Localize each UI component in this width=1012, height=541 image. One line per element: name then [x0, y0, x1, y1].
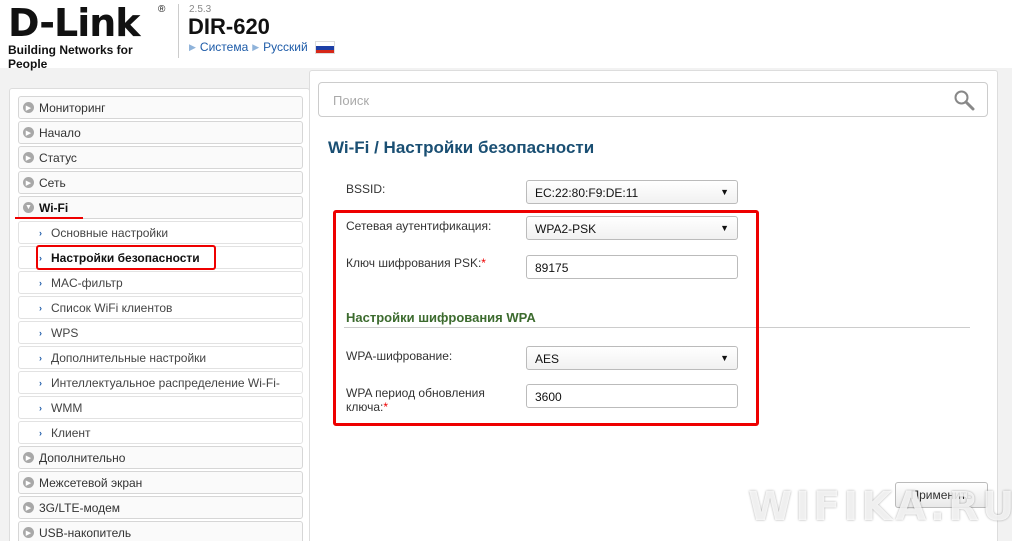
- language-link[interactable]: Русский: [263, 40, 308, 54]
- expand-icon: ▶: [23, 502, 34, 513]
- expand-icon: ▶: [23, 477, 34, 488]
- search-icon[interactable]: [953, 89, 975, 111]
- sidebar-subitem-wifi-clients[interactable]: › Список WiFi клиентов: [18, 296, 303, 319]
- sidebar-item-status[interactable]: ▶ Статус: [18, 146, 303, 169]
- chevron-right-icon: ›: [39, 277, 42, 288]
- chevron-right-icon: ›: [39, 352, 42, 363]
- sidebar-subitem-label: Список WiFi клиентов: [51, 300, 173, 315]
- bssid-value: EC:22:80:F9:DE:11: [535, 186, 639, 200]
- logo-text: D-Link: [8, 1, 141, 45]
- sidebar-item-label: Статус: [39, 150, 77, 165]
- russian-flag-icon[interactable]: [314, 40, 335, 54]
- sidebar-subitem-advanced-settings[interactable]: › Дополнительные настройки: [18, 346, 303, 369]
- search-input[interactable]: Поиск: [318, 82, 988, 117]
- sidebar-subitem-label: Основные настройки: [51, 225, 169, 240]
- annotation-box-menu: [36, 245, 216, 270]
- sidebar-item-firewall[interactable]: ▶ Межсетевой экран: [18, 471, 303, 494]
- chevron-right-icon: ›: [39, 377, 42, 388]
- expand-icon: ▶: [23, 177, 34, 188]
- triangle-right-icon: ▶: [189, 41, 196, 52]
- sidebar-item-label: Дополнительно: [39, 450, 126, 465]
- dlink-logo[interactable]: D-Link ® Building Networks for People: [8, 1, 168, 71]
- sidebar-menu: ▶ Мониторинг ▶ Начало ▶ Статус ▶ Сеть ▼ Wi-Fi…: [9, 88, 310, 541]
- sidebar-item-wifi[interactable]: ▼ Wi-Fi: [18, 196, 303, 219]
- search-placeholder: Поиск: [333, 93, 370, 108]
- chevron-right-icon: ›: [39, 227, 42, 238]
- logo-registered-mark: ®: [158, 4, 166, 15]
- sidebar-subitem-label: MAC-фильтр: [51, 275, 123, 290]
- sidebar-item-start[interactable]: ▶ Начало: [18, 121, 303, 144]
- triangle-right-icon: ▶: [252, 41, 260, 52]
- logo-tagline: Building Networks for People: [8, 43, 133, 71]
- sidebar-item-label: Начало: [39, 125, 81, 140]
- chevron-right-icon: ›: [39, 402, 42, 413]
- chevron-right-icon: ›: [39, 327, 42, 338]
- header: D-Link ® Building Networks for People 2.…: [0, 0, 1012, 71]
- system-menu-link[interactable]: Система: [200, 40, 248, 54]
- chevron-right-icon: ›: [39, 302, 42, 313]
- sidebar-subitem-label: Интеллектуальное распределение Wi-Fi-: [51, 375, 280, 390]
- dropdown-arrow-icon: ▼: [720, 187, 729, 197]
- sidebar-subitem-label: Клиент: [51, 425, 91, 440]
- bssid-select[interactable]: EC:22:80:F9:DE:11 ▼: [526, 180, 738, 204]
- sidebar-subitem-basic-settings[interactable]: › Основные настройки: [18, 221, 303, 244]
- sidebar-subitem-wmm[interactable]: › WMM: [18, 396, 303, 419]
- sidebar-subitem-label: WPS: [51, 325, 79, 340]
- bssid-label: BSSID:: [346, 182, 386, 196]
- chevron-right-icon: ›: [39, 427, 42, 438]
- sidebar-item-label: USB-накопитель: [39, 525, 132, 540]
- collapse-icon: ▼: [23, 202, 34, 213]
- sidebar-item-advanced[interactable]: ▶ Дополнительно: [18, 446, 303, 469]
- expand-icon: ▶: [23, 152, 34, 163]
- sidebar-item-label: Мониторинг: [39, 100, 106, 115]
- watermark: WIFIKA.RU: [748, 484, 1012, 530]
- sidebar-item-network[interactable]: ▶ Сеть: [18, 171, 303, 194]
- sidebar-subitem-mac-filter[interactable]: › MAC-фильтр: [18, 271, 303, 294]
- annotation-box-settings: [333, 210, 759, 426]
- sidebar-subitem-label: Дополнительные настройки: [51, 350, 207, 365]
- header-links: ▶ Система ▶ Русский: [189, 40, 335, 54]
- device-model: DIR-620: [188, 14, 270, 39]
- sidebar-item-3g-lte-modem[interactable]: ▶ 3G/LTE-модем: [18, 496, 303, 519]
- sidebar-subitem-label: WMM: [51, 400, 83, 415]
- expand-icon: ▶: [23, 102, 34, 113]
- annotation-underline: [15, 217, 83, 219]
- expand-icon: ▶: [23, 127, 34, 138]
- expand-icon: ▶: [23, 527, 34, 538]
- sidebar-item-usb-storage[interactable]: ▶ USB-накопитель: [18, 521, 303, 541]
- sidebar-item-label: Wi-Fi: [39, 200, 69, 215]
- sidebar-subitem-client[interactable]: › Клиент: [18, 421, 303, 444]
- sidebar-subitem-smart-wifi[interactable]: › Интеллектуальное распределение Wi-Fi-: [18, 371, 303, 394]
- sidebar-item-label: Сеть: [39, 175, 66, 190]
- page-title: Wi-Fi / Настройки безопасности: [328, 138, 595, 157]
- expand-icon: ▶: [23, 452, 34, 463]
- sidebar-item-label: 3G/LTE-модем: [39, 500, 121, 515]
- sidebar-item-monitoring[interactable]: ▶ Мониторинг: [18, 96, 303, 119]
- sidebar-subitem-wps[interactable]: › WPS: [18, 321, 303, 344]
- sidebar-item-label: Межсетевой экран: [39, 475, 143, 490]
- header-divider: [178, 4, 179, 58]
